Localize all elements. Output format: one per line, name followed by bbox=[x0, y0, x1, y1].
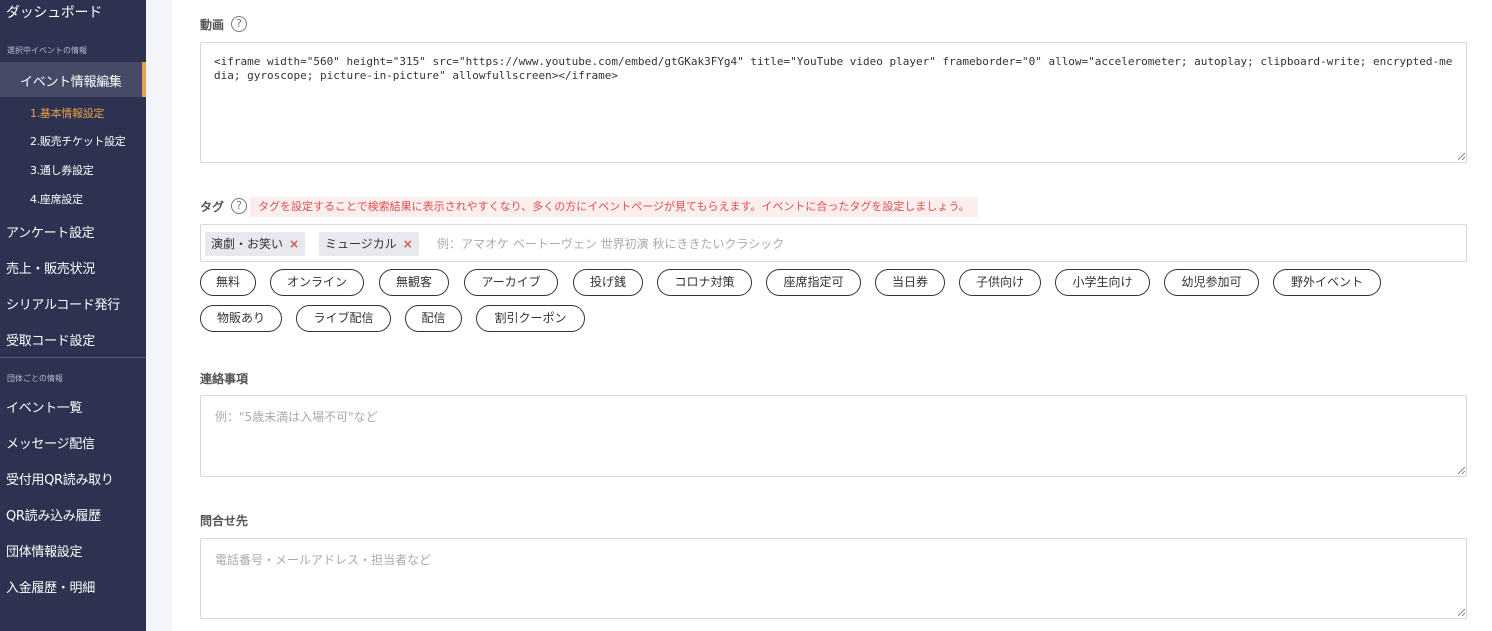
notes-label: 連絡事項 bbox=[200, 372, 249, 386]
contact-label: 問合せ先 bbox=[200, 514, 249, 528]
tag-chip-drama-comedy: 演劇・お笑い × bbox=[205, 232, 306, 256]
sidebar-item-serial-code[interactable]: シリアルコード発行 bbox=[6, 294, 120, 313]
video-help-icon[interactable]: ? bbox=[231, 16, 247, 32]
sidebar-subitem-basic-info[interactable]: 1.基本情報設定 bbox=[30, 105, 104, 121]
sidebar-section-group: 団体ごとの情報 bbox=[7, 374, 63, 383]
sidebar-divider bbox=[0, 357, 146, 358]
tag-suggestion-coupon[interactable]: 割引クーポン bbox=[476, 305, 585, 332]
video-label: 動画 bbox=[200, 18, 225, 32]
tag-chip-label: 演劇・お笑い bbox=[211, 237, 284, 251]
tags-input-box[interactable]: 演劇・お笑い × ミュージカル × 例：アマオケ ベートーヴェン 世界初演 秋にきき… bbox=[200, 224, 1467, 262]
tag-suggestion-online[interactable]: オンライン bbox=[270, 269, 364, 296]
sidebar-item-receive-code[interactable]: 受取コード設定 bbox=[6, 330, 95, 349]
sidebar-item-qr-reader[interactable]: 受付用QR読み取り bbox=[6, 469, 114, 488]
video-resize-grip-icon[interactable] bbox=[1457, 152, 1466, 161]
sidebar-subitem-seat[interactable]: 4.座席設定 bbox=[30, 191, 83, 207]
sidebar-item-dashboard[interactable]: ダッシュボード bbox=[6, 2, 102, 22]
tags-input-placeholder[interactable]: 例：アマオケ ベートーヴェン 世界初演 秋にききたいクラシック bbox=[437, 235, 784, 252]
sidebar-item-group-settings[interactable]: 団体情報設定 bbox=[6, 541, 83, 560]
tag-suggestion-outdoor[interactable]: 野外イベント bbox=[1273, 269, 1381, 296]
main-content: 動画 ? <iframe width="560" height="315" sr… bbox=[172, 0, 1492, 631]
tags-hint: タグを設定することで検索結果に表示されやすくなり、多くの方にイベントページが見て… bbox=[250, 197, 978, 217]
tag-suggestion-archive[interactable]: アーカイブ bbox=[464, 269, 558, 296]
remove-tag-icon[interactable]: × bbox=[403, 237, 413, 251]
sidebar-item-message[interactable]: メッセージ配信 bbox=[6, 433, 95, 452]
sidebar-item-survey[interactable]: アンケート設定 bbox=[6, 222, 95, 241]
sidebar-section-event: 選択中イベントの情報 bbox=[7, 46, 87, 55]
tag-suggestion-covid[interactable]: コロナ対策 bbox=[657, 269, 752, 296]
video-embed-textarea[interactable]: <iframe width="560" height="315" src="ht… bbox=[200, 42, 1467, 163]
notes-textarea[interactable]: 例："5歳未満は入場不可"など bbox=[200, 395, 1467, 477]
tag-suggestion-stream[interactable]: 配信 bbox=[405, 305, 462, 332]
sidebar-item-payment-history[interactable]: 入金履歴・明細 bbox=[6, 577, 95, 596]
tags-label: タグ bbox=[200, 200, 225, 214]
sidebar-subitem-ticket[interactable]: 2.販売チケット設定 bbox=[30, 133, 126, 149]
tag-suggestion-no-audience[interactable]: 無観客 bbox=[379, 269, 449, 296]
sidebar-item-sales[interactable]: 売上・販売状況 bbox=[6, 258, 95, 277]
remove-tag-icon[interactable]: × bbox=[289, 237, 299, 251]
contact-textarea[interactable]: 電話番号・メールアドレス・担当者など bbox=[200, 538, 1467, 619]
tag-chip-musical: ミュージカル × bbox=[319, 232, 419, 256]
tag-chip-label: ミュージカル bbox=[325, 237, 397, 251]
tag-suggestion-kids[interactable]: 子供向け bbox=[959, 269, 1041, 296]
notes-resize-grip-icon[interactable] bbox=[1457, 466, 1466, 475]
tag-suggestion-tipping[interactable]: 投げ銭 bbox=[573, 269, 643, 296]
tag-suggestion-same-day[interactable]: 当日券 bbox=[875, 269, 945, 296]
tag-suggestion-free[interactable]: 無料 bbox=[200, 269, 256, 296]
tag-suggestion-merch[interactable]: 物販あり bbox=[200, 305, 282, 332]
contact-resize-grip-icon[interactable] bbox=[1457, 608, 1466, 617]
tags-help-icon[interactable]: ? bbox=[231, 198, 247, 214]
sidebar: ダッシュボード 選択中イベントの情報 イベント情報編集 1.基本情報設定 2.販… bbox=[0, 0, 146, 631]
tag-suggestion-reserved-seat[interactable]: 座席指定可 bbox=[766, 269, 861, 296]
tag-suggestion-live-stream[interactable]: ライブ配信 bbox=[296, 305, 391, 332]
tag-suggestion-elementary[interactable]: 小学生向け bbox=[1055, 269, 1150, 296]
tag-suggestion-toddlers[interactable]: 幼児参加可 bbox=[1164, 269, 1259, 296]
sidebar-item-event-list[interactable]: イベント一覧 bbox=[6, 397, 83, 416]
sidebar-subitem-pass[interactable]: 3.通し券設定 bbox=[30, 162, 94, 178]
sidebar-item-qr-history[interactable]: QR読み込み履歴 bbox=[6, 505, 101, 524]
sidebar-item-event-edit[interactable]: イベント情報編集 bbox=[20, 71, 122, 90]
content-gutter bbox=[146, 0, 172, 631]
